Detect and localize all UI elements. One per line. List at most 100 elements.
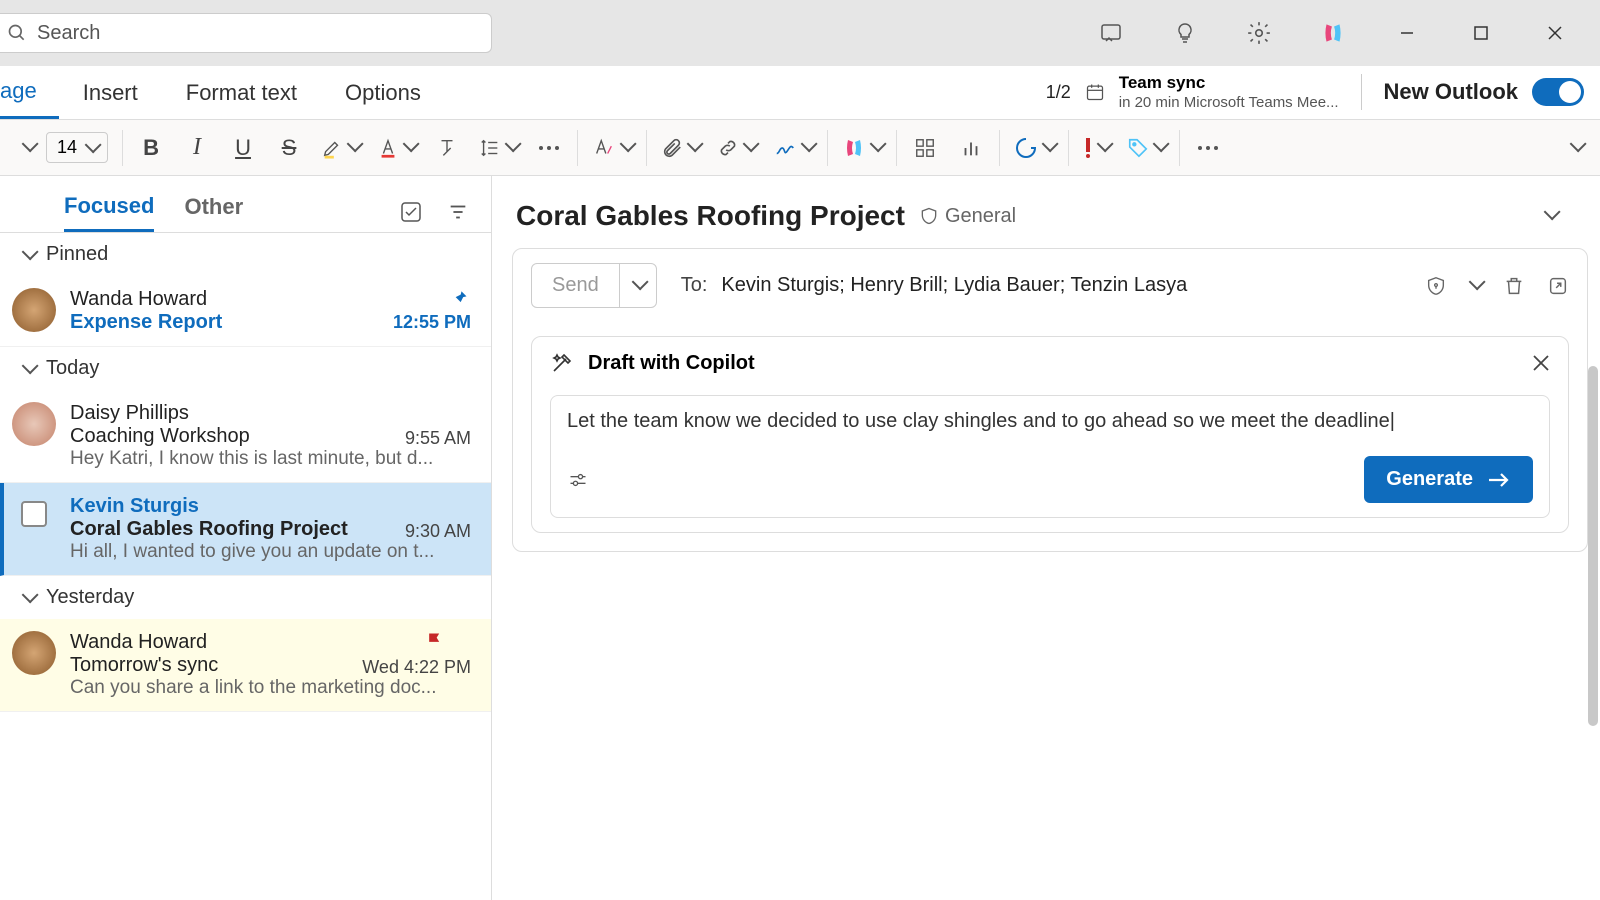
poll-button[interactable] <box>957 134 985 162</box>
adjust-icon[interactable] <box>567 470 589 490</box>
popout-icon[interactable] <box>1547 275 1569 297</box>
line-spacing-button[interactable] <box>479 137 517 159</box>
flag-icon[interactable] <box>425 631 445 651</box>
event-title: Team sync <box>1119 73 1339 93</box>
copilot-prompt-box: Let the team know we decided to use clay… <box>550 395 1550 518</box>
send-button[interactable]: Send <box>532 264 620 307</box>
email-sender: Kevin Sturgis <box>70 495 473 518</box>
email-sender: Daisy Phillips <box>70 402 473 425</box>
copilot-title: Draft with Copilot <box>588 352 755 375</box>
search-icon <box>7 23 27 43</box>
tab-message[interactable]: age <box>0 66 59 119</box>
search-input[interactable]: Search <box>0 13 492 53</box>
reading-title: Coral Gables Roofing Project <box>516 200 905 232</box>
encryption-icon[interactable] <box>1425 274 1447 298</box>
scrollbar[interactable] <box>1588 366 1598 726</box>
lightbulb-icon[interactable] <box>1170 18 1200 48</box>
signature-button[interactable] <box>773 137 813 159</box>
reading-pane: Coral Gables Roofing Project General Sen… <box>492 176 1600 900</box>
ribbon-collapse-icon[interactable] <box>1570 139 1592 157</box>
new-outlook-label: New Outlook <box>1384 79 1518 105</box>
send-dropdown[interactable] <box>620 264 656 307</box>
link-button[interactable] <box>717 137 755 159</box>
clear-format-button[interactable] <box>433 134 461 162</box>
tab-other[interactable]: Other <box>184 194 243 230</box>
email-preview: Can you share a link to the marketing do… <box>70 677 473 699</box>
copilot-sparkle-icon <box>550 351 574 375</box>
sensitivity-badge[interactable]: General <box>919 205 1016 228</box>
section-pinned[interactable]: Pinned <box>0 233 491 276</box>
section-yesterday[interactable]: Yesterday <box>0 576 491 619</box>
menubar: age Insert Format text Options 1/2 Team … <box>0 66 1600 120</box>
copilot-prompt-input[interactable]: Let the team know we decided to use clay… <box>567 410 1533 438</box>
copilot-toolbar-button[interactable] <box>842 136 882 160</box>
maximize-icon[interactable] <box>1466 18 1496 48</box>
avatar <box>12 631 56 675</box>
divider <box>1361 74 1362 110</box>
close-icon[interactable] <box>1532 354 1550 372</box>
copilot-icon[interactable] <box>1318 18 1348 48</box>
email-item-pinned[interactable]: Wanda Howard Expense Report 12:55 PM <box>0 276 491 347</box>
email-time: Wed 4:22 PM <box>362 657 471 678</box>
section-today[interactable]: Today <box>0 347 491 390</box>
chevron-down-icon[interactable] <box>1469 277 1481 295</box>
email-time: 9:30 AM <box>405 521 471 542</box>
shield-icon <box>919 205 939 227</box>
to-recipients[interactable]: Kevin Sturgis; Henry Brill; Lydia Bauer;… <box>721 274 1187 297</box>
loop-button[interactable] <box>1014 136 1054 160</box>
mail-list: Focused Other Pinned Wanda Howard Expens… <box>0 176 492 900</box>
chevron-down-icon[interactable] <box>22 139 34 157</box>
tab-options[interactable]: Options <box>321 66 445 119</box>
email-item-flagged[interactable]: Wanda Howard Tomorrow's sync Can you sha… <box>0 619 491 712</box>
minimize-icon[interactable] <box>1392 18 1422 48</box>
compose-box: Send To: Kevin Sturgis; Henry Brill; Lyd… <box>512 248 1588 552</box>
email-preview: Hi all, I wanted to give you an update o… <box>70 541 473 563</box>
calendar-icon[interactable] <box>1085 82 1105 102</box>
more-toolbar-icon[interactable] <box>1194 134 1222 162</box>
checkbox-icon[interactable] <box>21 501 47 527</box>
tag-button[interactable] <box>1127 137 1165 159</box>
collapse-icon[interactable] <box>1544 207 1556 225</box>
apps-button[interactable] <box>911 134 939 162</box>
pin-icon[interactable] <box>449 288 469 308</box>
email-item[interactable]: Daisy Phillips Coaching Workshop Hey Kat… <box>0 390 491 483</box>
event-subtitle: in 20 min Microsoft Teams Mee... <box>1119 94 1339 112</box>
email-sender: Wanda Howard <box>70 631 473 654</box>
email-time: 9:55 AM <box>405 428 471 449</box>
more-formatting-icon[interactable] <box>535 134 563 162</box>
font-size-select[interactable]: 14 <box>46 132 108 163</box>
importance-button[interactable] <box>1083 136 1109 160</box>
tab-format-text[interactable]: Format text <box>162 66 321 119</box>
strikethrough-button[interactable]: S <box>275 134 303 162</box>
email-item-selected[interactable]: Kevin Sturgis Coral Gables Roofing Proje… <box>0 483 491 576</box>
select-all-icon[interactable] <box>399 200 423 224</box>
italic-button[interactable]: I <box>183 134 211 162</box>
copilot-draft-box: Draft with Copilot Let the team know we … <box>531 336 1569 533</box>
chevron-down-icon <box>22 586 34 609</box>
underline-button[interactable]: U <box>229 134 257 162</box>
highlight-button[interactable] <box>321 137 359 159</box>
gear-icon[interactable] <box>1244 18 1274 48</box>
close-icon[interactable] <box>1540 18 1570 48</box>
delete-icon[interactable] <box>1503 274 1525 298</box>
to-label: To: <box>681 274 708 297</box>
tab-insert[interactable]: Insert <box>59 66 162 119</box>
tab-focused[interactable]: Focused <box>64 193 154 232</box>
upcoming-event[interactable]: Team sync in 20 min Microsoft Teams Mee.… <box>1119 73 1339 111</box>
avatar <box>12 288 56 332</box>
new-outlook-toggle[interactable] <box>1532 78 1584 106</box>
note-icon[interactable] <box>1096 18 1126 48</box>
send-button-group: Send <box>531 263 657 308</box>
bold-button[interactable]: B <box>137 134 165 162</box>
styles-button[interactable] <box>592 137 632 159</box>
font-color-button[interactable] <box>377 137 415 159</box>
email-time: 12:55 PM <box>393 312 471 333</box>
formatting-toolbar: 14 B I U S <box>0 120 1600 176</box>
titlebar: Search <box>0 0 1600 66</box>
generate-button[interactable]: Generate <box>1364 456 1533 503</box>
page-count: 1/2 <box>1046 82 1071 103</box>
attach-button[interactable] <box>661 137 699 159</box>
filter-icon[interactable] <box>447 201 469 223</box>
chevron-down-icon <box>22 243 34 266</box>
avatar <box>12 402 56 446</box>
